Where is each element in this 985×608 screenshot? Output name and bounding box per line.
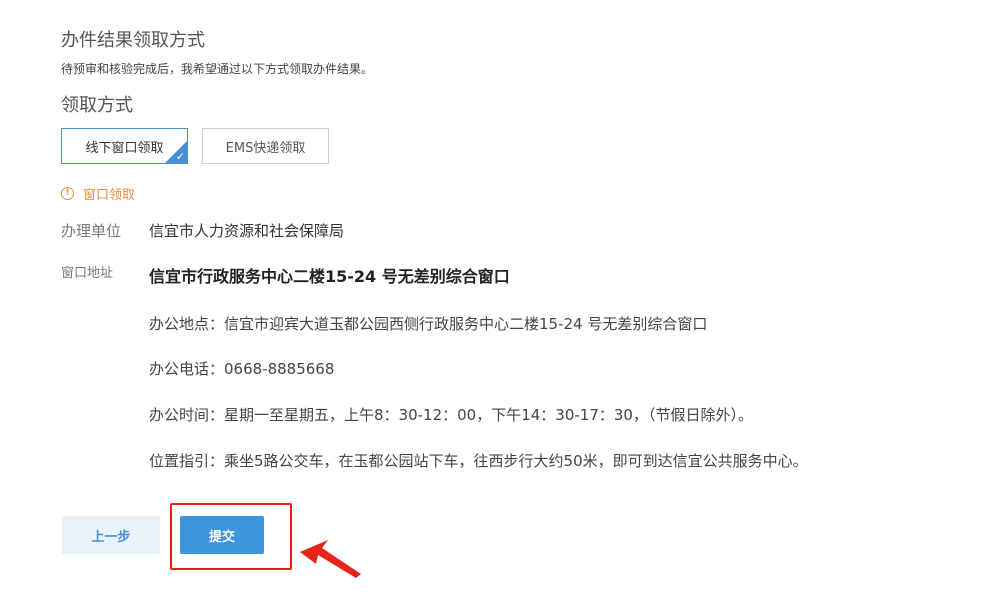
office-hours: 办公时间：星期一至星期五，上午8：30-12：00，下午14：30-17：30，… [149,406,753,424]
section-description: 待预审和核验完成后，我希望通过以下方式领取办件结果。 [61,62,374,76]
office-phone: 办公电话：0668-8885668 [149,360,335,378]
pickup-method-label: 领取方式 [61,95,133,116]
office-directions: 位置指引：乘坐5路公交车，在玉都公园站下车，往西步行大约50米，即可到达信宜公共… [149,452,808,470]
submit-button[interactable]: 提交 [180,516,264,554]
window-name: 信宜市行政服务中心二楼15-24 号无差别综合窗口 [149,267,510,286]
check-icon: ✓ [175,150,185,163]
option-ems-express-label: EMS快递领取 [225,140,306,156]
handling-unit-label: 办理单位 [61,222,122,240]
office-location: 办公地点：信宜市迎宾大道玉都公园西侧行政服务中心二楼15-24 号无差别综合窗口 [149,315,708,333]
previous-step-button[interactable]: 上一步 [62,516,160,554]
option-ems-express[interactable]: EMS快递领取 [202,128,329,164]
notice-text: 窗口领取 [83,187,136,203]
option-offline-window[interactable]: 线下窗口领取 ✓ [61,128,188,164]
option-offline-window-label: 线下窗口领取 [85,140,164,156]
window-address-label: 窗口地址 [61,266,114,281]
section-title: 办件结果领取方式 [61,30,205,51]
handling-unit-value: 信宜市人力资源和社会保障局 [149,222,345,240]
annotation-arrow-icon [300,540,361,578]
exclamation-circle-icon: ! [61,186,74,200]
notice-banner: ! 窗口领取 [61,184,136,203]
